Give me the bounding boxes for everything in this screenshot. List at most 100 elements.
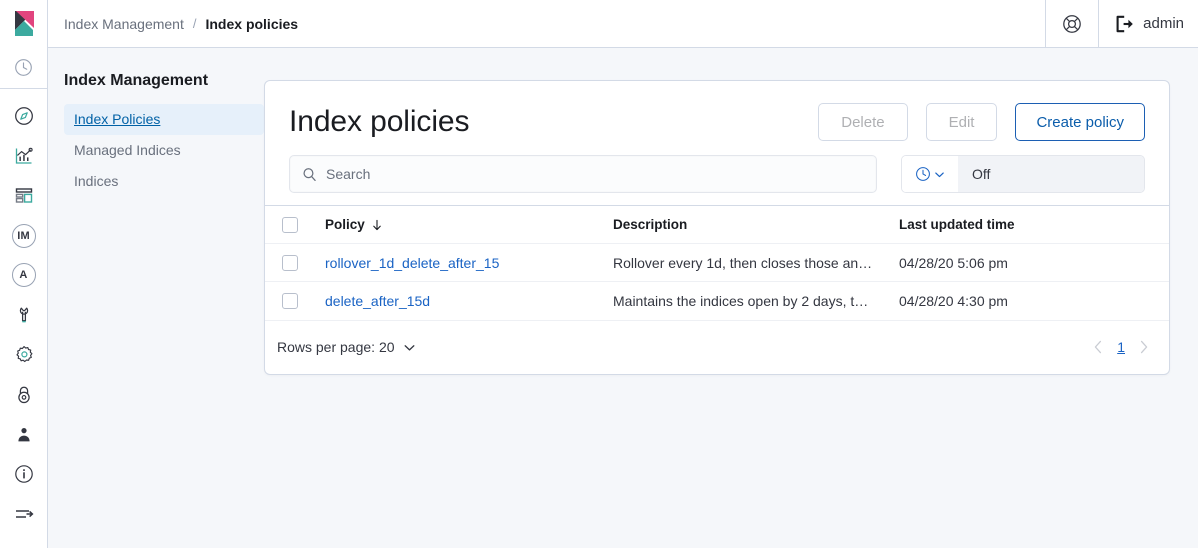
search-row: Search Off (265, 155, 1169, 205)
chevron-right-icon (1140, 340, 1148, 354)
app-root: IM A Index Management / Index policies a… (0, 0, 1198, 548)
panel-actions: Delete Edit Create policy (818, 103, 1145, 141)
search-input[interactable]: Search (289, 155, 877, 193)
policy-updated-cell: 04/28/20 5:06 pm (887, 243, 1169, 282)
sidebar-item-index-policies[interactable]: Index Policies (64, 104, 264, 135)
search-icon (303, 167, 316, 181)
pagination-prev-button[interactable] (1093, 340, 1103, 354)
column-header-description[interactable]: Description (601, 205, 887, 244)
delete-button[interactable]: Delete (818, 103, 908, 141)
dashboard-icon (15, 188, 32, 203)
column-header-last-updated[interactable]: Last updated time (887, 205, 1169, 244)
create-policy-button[interactable]: Create policy (1015, 103, 1145, 141)
rail-item-visualize[interactable] (0, 136, 48, 176)
rail-item-security[interactable] (0, 375, 48, 415)
pagination-page-1[interactable]: 1 (1117, 339, 1125, 355)
user-icon (17, 427, 30, 441)
global-nav-rail: IM A (0, 0, 48, 548)
help-button[interactable] (1045, 0, 1098, 48)
page-title: Index policies (289, 105, 470, 138)
rail-item-alerting[interactable]: A (0, 256, 48, 296)
table-row: rollover_1d_delete_after_15 Rollover eve… (265, 243, 1169, 282)
user-name: admin (1143, 15, 1184, 32)
info-icon (14, 465, 33, 484)
column-header-policy[interactable]: Policy (313, 205, 601, 244)
policy-name-cell: delete_after_15d (313, 281, 601, 320)
rail-item-stack-management[interactable] (0, 335, 48, 375)
policy-link[interactable]: rollover_1d_delete_after_15 (313, 255, 601, 271)
lifebuoy-help-icon (1063, 14, 1081, 33)
clock-icon (916, 167, 930, 181)
rail-divider (0, 87, 47, 89)
section-sidebar: Index Management Index Policies Managed … (48, 48, 264, 548)
policy-description-cell: Maintains the indices open by 2 days, t… (601, 281, 887, 320)
rail-item-user[interactable] (0, 415, 48, 455)
select-all-header (265, 205, 313, 244)
collapse-nav-button[interactable] (0, 494, 48, 534)
table-row: delete_after_15d Maintains the indices o… (265, 281, 1169, 320)
chart-icon (15, 147, 33, 164)
policy-last-updated: 04/28/20 4:30 pm (899, 292, 1008, 309)
column-header-label: Last updated time (899, 217, 1015, 232)
sidebar-title: Index Management (64, 72, 209, 89)
row-checkbox[interactable] (282, 292, 298, 309)
select-all-checkbox[interactable] (282, 216, 298, 233)
panel-header: Index policies Delete Edit Create policy (265, 81, 1169, 155)
kibana-logo-icon (14, 10, 34, 36)
policy-description: Maintains the indices open by 2 days, t… (613, 292, 869, 309)
row-checkbox[interactable] (282, 254, 298, 271)
row-select-cell (265, 243, 313, 282)
table-header-row: Policy Description Last updated time (265, 205, 1169, 244)
search-placeholder: Search (326, 166, 371, 182)
refresh-interval-control: Off (901, 155, 1145, 193)
breadcrumb-separator: / (192, 16, 197, 31)
sidebar-item-managed-indices[interactable]: Managed Indices (64, 135, 264, 166)
rows-per-page-selector[interactable]: Rows per page: 20 (277, 339, 416, 355)
arrow-down-icon (373, 219, 381, 230)
gear-icon (15, 345, 32, 363)
collapse-nav-icon (15, 510, 34, 518)
breadcrumb: Index Management / Index policies (48, 16, 298, 32)
policy-link[interactable]: delete_after_15d (313, 293, 601, 309)
policy-description-cell: Rollover every 1d, then closes those an… (601, 243, 887, 282)
kibana-logo[interactable] (0, 0, 48, 48)
rail-item-dev-tools[interactable] (0, 295, 48, 335)
policy-description: Rollover every 1d, then closes those an… (613, 254, 873, 271)
rows-per-page-label: Rows per page: 20 (277, 339, 395, 355)
pagination-next-button[interactable] (1139, 340, 1149, 354)
row-select-cell (265, 281, 313, 320)
breadcrumb-item-index-policies: Index policies (205, 15, 299, 32)
clock-icon (15, 59, 32, 76)
rail-item-discover[interactable] (0, 97, 48, 137)
chevron-down-icon (935, 171, 944, 177)
sidebar-item-label: Managed Indices (74, 142, 181, 158)
top-header: Index Management / Index policies admin (48, 0, 1198, 48)
lock-icon (17, 386, 30, 403)
pagination: 1 (1093, 339, 1149, 355)
refresh-interval-button[interactable] (902, 156, 958, 192)
rail-item-index-management[interactable]: IM (0, 216, 48, 256)
table-footer: Rows per page: 20 1 (265, 319, 1169, 374)
breadcrumb-item-index-management[interactable]: Index Management (64, 16, 184, 32)
user-menu-button[interactable]: admin (1098, 0, 1198, 48)
rail-item-about[interactable] (0, 454, 48, 494)
refresh-interval-value[interactable]: Off (958, 156, 1144, 192)
index-policies-panel: Index policies Delete Edit Create policy… (264, 80, 1170, 375)
wrench-icon (19, 307, 28, 323)
sidebar-item-indices[interactable]: Indices (64, 166, 264, 197)
column-header-label: Description (613, 217, 688, 232)
chevron-left-icon (1094, 340, 1102, 354)
edit-button[interactable]: Edit (925, 103, 998, 141)
sign-out-icon (1116, 15, 1133, 32)
rail-item-recently-viewed[interactable] (0, 48, 48, 88)
policy-name-cell: rollover_1d_delete_after_15 (313, 243, 601, 282)
policies-table: Policy Description Last updated time rol… (265, 205, 1169, 320)
chevron-down-icon (404, 344, 415, 351)
policy-updated-cell: 04/28/20 4:30 pm (887, 281, 1169, 320)
rail-item-dashboard[interactable] (0, 176, 48, 216)
compass-icon (14, 107, 33, 126)
page-body: Index Management Index Policies Managed … (48, 48, 1198, 548)
sidebar-item-label: Index Policies (74, 111, 161, 127)
column-header-label: Policy (325, 217, 365, 232)
header-actions: admin (1045, 0, 1198, 48)
